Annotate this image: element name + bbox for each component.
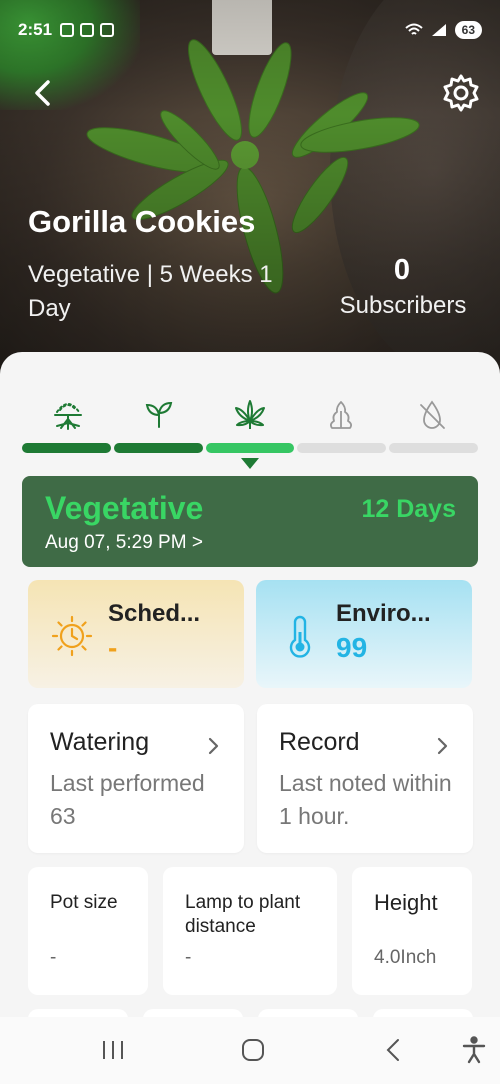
back-icon — [386, 1039, 399, 1061]
cannabis-leaf-icon — [235, 400, 265, 429]
stage-germination[interactable] — [22, 395, 113, 435]
schedule-card[interactable]: Sched... - — [28, 580, 244, 688]
nav-back-button[interactable] — [373, 1035, 413, 1065]
record-title: Record — [279, 728, 360, 756]
stage-icons — [22, 395, 478, 435]
gear-icon — [443, 74, 479, 112]
stage-vegetative[interactable] — [204, 395, 295, 435]
stage-flowering[interactable] — [296, 395, 387, 435]
lamp-distance-value: - — [185, 947, 192, 968]
stage-progress-segment — [297, 443, 387, 453]
current-stage-indicator — [241, 458, 259, 469]
notification-icon — [80, 23, 95, 37]
harvest-icon — [420, 400, 446, 429]
watering-description: Last performed 63 — [50, 770, 205, 829]
chevron-right-icon — [437, 737, 448, 755]
video-icon — [100, 23, 115, 37]
chevron-left-icon — [35, 80, 50, 106]
stage-name: Vegetative — [45, 490, 204, 526]
seedling-icon — [145, 401, 173, 428]
watering-card[interactable]: Watering Last performed 63 — [28, 704, 244, 853]
chevron-right-icon — [208, 737, 219, 755]
accessibility-button[interactable] — [454, 1035, 494, 1065]
system-nav-bar — [0, 1017, 500, 1084]
signal-icon — [431, 24, 446, 36]
settings-button[interactable] — [440, 72, 482, 114]
recent-apps-icon — [103, 1041, 123, 1059]
pot-size-title: Pot size — [50, 892, 118, 913]
back-button[interactable] — [26, 76, 58, 110]
wifi-icon — [404, 23, 423, 35]
stage-seedling[interactable] — [113, 395, 204, 435]
subscribers-count[interactable]: 0 — [360, 254, 444, 287]
home-icon — [242, 1039, 264, 1061]
home-button[interactable] — [233, 1035, 273, 1065]
pot-size-card[interactable]: Pot size - — [28, 867, 148, 995]
environment-card[interactable]: Enviro... 99 — [256, 580, 472, 688]
sun-clock-icon — [51, 615, 93, 657]
lamp-distance-card[interactable]: Lamp to plant distance - — [163, 867, 337, 995]
stage-progress-segment — [22, 443, 111, 453]
schedule-value: - — [108, 632, 118, 663]
record-description: Last noted within 1 hour. — [279, 770, 452, 829]
height-card[interactable]: Height 4.0Inch — [352, 867, 472, 995]
environment-title: Enviro... — [336, 600, 431, 627]
height-value: 4.0Inch — [374, 947, 437, 968]
stage-progress — [22, 443, 478, 453]
bud-icon — [330, 401, 353, 429]
subscribers-label[interactable]: Subscribers — [330, 292, 476, 320]
plant-name: Gorilla Cookies — [28, 204, 256, 239]
roots-icon — [53, 403, 82, 430]
stage-harvest[interactable] — [387, 395, 478, 435]
stage-progress-segment — [205, 443, 295, 453]
current-stage-card[interactable]: Vegetative 12 Days Aug 07, 5:29 PM > — [22, 476, 478, 567]
status-time: 2:51 — [18, 20, 53, 39]
status-bar: 2:51 63 — [18, 18, 482, 42]
thermometer-icon — [289, 615, 311, 658]
schedule-title: Sched... — [108, 600, 201, 627]
accessibility-icon — [462, 1036, 486, 1064]
stage-start-date[interactable]: Aug 07, 5:29 PM > — [45, 532, 203, 554]
record-card[interactable]: Record Last noted within 1 hour. — [257, 704, 473, 853]
recent-apps-button[interactable] — [93, 1035, 133, 1065]
battery-indicator: 63 — [454, 21, 482, 39]
instagram-icon — [60, 23, 75, 37]
stage-days: 12 Days — [361, 495, 456, 523]
watering-title: Watering — [50, 728, 150, 756]
stage-progress-segment — [113, 443, 203, 453]
lamp-distance-title: Lamp to plant distance — [185, 892, 301, 937]
stage-progress-segment — [389, 443, 478, 453]
height-title: Height — [374, 890, 438, 915]
environment-value: 99 — [336, 632, 368, 663]
plant-stage-summary: Vegetative | 5 Weeks 1 Day — [28, 261, 273, 322]
pot-size-value: - — [50, 947, 57, 968]
